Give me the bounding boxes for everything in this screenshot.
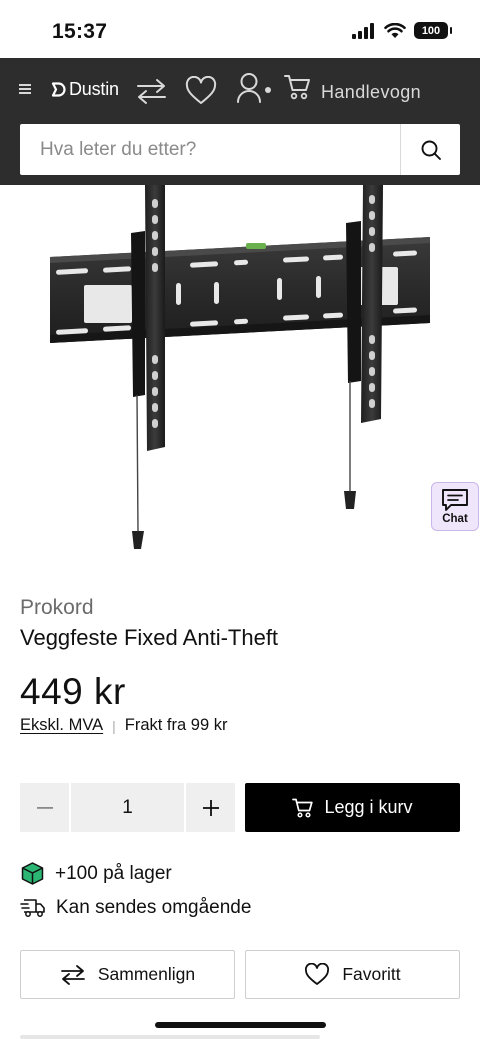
dustin-logo-mark-icon: [51, 82, 66, 97]
wifi-icon: [384, 22, 406, 38]
chat-label: Chat: [442, 513, 468, 525]
signal-icon: [352, 22, 374, 39]
vat-toggle-link[interactable]: Ekskl. MVA: [20, 716, 103, 735]
product-brand[interactable]: Prokord: [20, 596, 94, 620]
dustin-logo[interactable]: Dustin: [51, 79, 119, 100]
compare-arrows-icon[interactable]: [135, 77, 168, 105]
heart-icon[interactable]: [185, 76, 217, 106]
chat-bubble-icon: [442, 489, 468, 511]
chat-button[interactable]: Chat: [431, 482, 479, 531]
favorite-button[interactable]: Favoritt: [245, 950, 460, 999]
logo-text: Dustin: [69, 79, 119, 99]
stock-text: +100 på lager: [55, 862, 172, 884]
minus-icon: [36, 806, 53, 809]
plus-icon: [202, 799, 219, 816]
compare-button[interactable]: Sammenlign: [20, 950, 235, 999]
price-meta: Ekskl. MVA | Frakt fra 99 kr: [20, 716, 227, 735]
compare-arrows-icon: [60, 964, 85, 985]
compare-label: Sammenlign: [97, 964, 196, 984]
status-bar: 15:37 100: [0, 0, 480, 58]
home-indicator[interactable]: [155, 1022, 326, 1028]
search-button[interactable]: [400, 124, 460, 175]
shipping-text: Frakt fra 99 kr: [124, 716, 228, 734]
in-stock-box-icon: [21, 862, 44, 885]
user-account-icon[interactable]: [236, 72, 274, 104]
search-input[interactable]: [20, 124, 400, 175]
heart-icon: [305, 963, 330, 985]
quantity-value[interactable]: 1: [71, 783, 184, 832]
stock-status: +100 på lager: [20, 861, 172, 886]
cart-label[interactable]: Handlevogn: [321, 82, 421, 103]
status-time: 15:37: [52, 20, 108, 43]
product-price: 449 kr: [20, 671, 126, 712]
top-navigation: Dustin Handlevogn: [0, 58, 480, 185]
delivery-status: Kan sendes omgående: [20, 897, 251, 919]
quantity-stepper: 1: [20, 783, 235, 832]
search-bar: [20, 124, 460, 175]
decrease-quantity-button[interactable]: [20, 783, 69, 832]
battery-icon: 100: [414, 22, 452, 39]
cart-icon: [292, 798, 314, 818]
delivery-text: Kan sendes omgående: [56, 897, 252, 918]
shopping-cart-icon[interactable]: [284, 74, 312, 100]
add-to-cart-label: Legg i kurv: [324, 797, 413, 817]
cut-off-text-line: [20, 1030, 320, 1039]
tv-wall-mount-picture: [50, 185, 430, 549]
add-to-cart-button[interactable]: Legg i kurv: [245, 783, 460, 832]
separator: |: [112, 717, 116, 734]
delivery-truck-icon: [20, 899, 45, 917]
product-title: Veggfeste Fixed Anti-Theft: [20, 625, 279, 650]
search-icon: [421, 140, 441, 160]
favorite-label: Favoritt: [342, 964, 401, 984]
hamburger-menu-icon[interactable]: [19, 84, 31, 94]
increase-quantity-button[interactable]: [186, 783, 235, 832]
status-icons: 100: [352, 22, 452, 39]
product-image[interactable]: [48, 185, 430, 555]
